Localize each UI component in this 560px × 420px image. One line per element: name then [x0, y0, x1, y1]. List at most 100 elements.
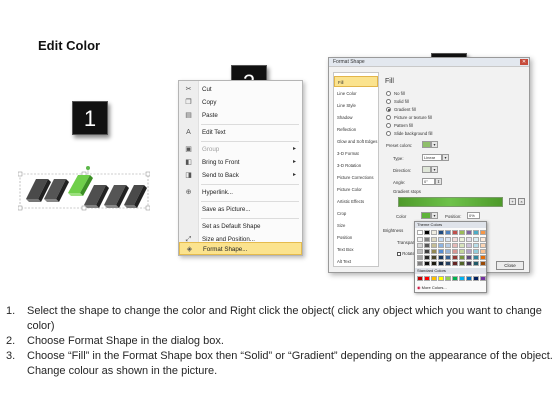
- radio-button[interactable]: [386, 90, 391, 96]
- tint-color-swatch[interactable]: [473, 261, 479, 266]
- tint-color-swatch[interactable]: [417, 255, 423, 260]
- theme-color-swatch[interactable]: [480, 230, 486, 235]
- tint-color-swatch[interactable]: [445, 237, 451, 242]
- color-button[interactable]: [421, 212, 431, 219]
- menu-item-paste[interactable]: ▤ Paste: [179, 109, 302, 122]
- tint-color-swatch[interactable]: [459, 261, 465, 266]
- tint-color-swatch[interactable]: [445, 243, 451, 248]
- tint-color-swatch[interactable]: [459, 243, 465, 248]
- direction-select[interactable]: [422, 166, 431, 173]
- menu-item-edit-text[interactable]: A Edit Text: [179, 126, 302, 139]
- radio-pattern-fill[interactable]: Pattern fill: [386, 122, 413, 130]
- radio-gradient-fill[interactable]: Gradient fill: [386, 106, 416, 114]
- tint-color-swatch[interactable]: [431, 261, 437, 266]
- tint-color-swatch[interactable]: [466, 237, 472, 242]
- standard-color-swatch[interactable]: [459, 276, 465, 281]
- tint-color-swatch[interactable]: [473, 237, 479, 242]
- theme-color-swatch[interactable]: [424, 230, 430, 235]
- chevron-down-icon[interactable]: ▾: [431, 141, 438, 148]
- nav-item-3d-rotation[interactable]: 3-D Rotation: [334, 160, 378, 171]
- gradient-stops-slider[interactable]: [398, 197, 503, 207]
- tint-color-swatch[interactable]: [417, 237, 423, 242]
- radio-button[interactable]: [386, 98, 391, 104]
- standard-color-swatch[interactable]: [473, 276, 479, 281]
- tint-color-swatch[interactable]: [452, 237, 458, 242]
- tint-color-swatch[interactable]: [459, 237, 465, 242]
- tint-color-swatch[interactable]: [459, 249, 465, 254]
- theme-color-swatch[interactable]: [445, 230, 451, 235]
- theme-color-swatch[interactable]: [452, 230, 458, 235]
- tint-color-swatch[interactable]: [424, 237, 430, 242]
- nav-item-reflection[interactable]: Reflection: [334, 124, 378, 135]
- nav-item-line-color[interactable]: Line Color: [334, 88, 378, 99]
- radio-button-selected[interactable]: [386, 106, 391, 112]
- nav-item-picture-color[interactable]: Picture Color: [334, 184, 378, 195]
- tint-color-swatch[interactable]: [473, 255, 479, 260]
- menu-item-send-to-back[interactable]: ◨ Send to Back ▸: [179, 169, 302, 182]
- nav-item-artistic-effects[interactable]: Artistic Effects: [334, 196, 378, 207]
- standard-color-swatch[interactable]: [431, 276, 437, 281]
- tint-color-swatch[interactable]: [445, 261, 451, 266]
- tint-color-swatch[interactable]: [424, 249, 430, 254]
- radio-solid-fill[interactable]: Solid fill: [386, 98, 409, 106]
- theme-color-swatch[interactable]: [473, 230, 479, 235]
- tint-color-swatch[interactable]: [466, 261, 472, 266]
- menu-item-bring-to-front[interactable]: ◧ Bring to Front ▸: [179, 156, 302, 169]
- tint-color-swatch[interactable]: [473, 243, 479, 248]
- radio-button[interactable]: [386, 130, 391, 136]
- tint-color-swatch[interactable]: [480, 255, 486, 260]
- nav-item-size[interactable]: Size: [334, 220, 378, 231]
- tint-color-swatch[interactable]: [431, 249, 437, 254]
- radio-picture-fill[interactable]: Picture or texture fill: [386, 114, 432, 122]
- menu-item-format-shape[interactable]: ◈ Format Shape...: [179, 242, 302, 255]
- menu-item-set-default-shape[interactable]: Set as Default Shape: [179, 220, 302, 233]
- angle-stepper[interactable]: ⇕: [435, 178, 442, 185]
- menu-item-cut[interactable]: ✂ Cut: [179, 83, 302, 96]
- chevron-down-icon[interactable]: ▾: [431, 212, 438, 219]
- chevron-down-icon[interactable]: ▾: [442, 154, 449, 161]
- menu-item-copy[interactable]: ❐ Copy: [179, 96, 302, 109]
- tint-color-swatch[interactable]: [452, 243, 458, 248]
- tint-color-swatch[interactable]: [431, 255, 437, 260]
- tint-color-swatch[interactable]: [445, 249, 451, 254]
- nav-item-alt-text[interactable]: Alt Text: [334, 256, 378, 267]
- tint-color-swatch[interactable]: [480, 249, 486, 254]
- radio-no-fill[interactable]: No fill: [386, 90, 405, 98]
- rotate-checkbox[interactable]: Rotate: [397, 251, 415, 256]
- tint-color-swatch[interactable]: [438, 249, 444, 254]
- remove-stop-button[interactable]: ×: [518, 198, 525, 205]
- radio-button[interactable]: [386, 114, 391, 120]
- standard-color-swatch[interactable]: [417, 276, 423, 281]
- tint-color-swatch[interactable]: [452, 249, 458, 254]
- chevron-down-icon[interactable]: ▾: [431, 166, 438, 173]
- standard-color-swatch[interactable]: [480, 276, 486, 281]
- standard-color-swatch[interactable]: [445, 276, 451, 281]
- tint-color-swatch[interactable]: [466, 255, 472, 260]
- close-button[interactable]: Close: [496, 261, 524, 270]
- tint-color-swatch[interactable]: [438, 261, 444, 266]
- tint-color-swatch[interactable]: [438, 243, 444, 248]
- tint-color-swatch[interactable]: [431, 237, 437, 242]
- tint-color-swatch[interactable]: [473, 249, 479, 254]
- theme-color-swatch[interactable]: [466, 230, 472, 235]
- preset-colors-swatch[interactable]: [422, 141, 431, 148]
- more-colors-link[interactable]: ◉ More Colors...: [417, 285, 447, 290]
- nav-item-line-style[interactable]: Line Style: [334, 100, 378, 111]
- tint-color-swatch[interactable]: [438, 255, 444, 260]
- menu-item-save-as-picture[interactable]: Save as Picture...: [179, 203, 302, 216]
- tint-color-swatch[interactable]: [445, 255, 451, 260]
- nav-item-picture-corrections[interactable]: Picture Corrections: [334, 172, 378, 183]
- nav-item-text-box[interactable]: Text Box: [334, 244, 378, 255]
- standard-color-swatch[interactable]: [438, 276, 444, 281]
- nav-item-shadow[interactable]: Shadow: [334, 112, 378, 123]
- close-icon[interactable]: ✕: [520, 59, 528, 65]
- tint-color-swatch[interactable]: [452, 261, 458, 266]
- nav-item-crop[interactable]: Crop: [334, 208, 378, 219]
- theme-color-swatch[interactable]: [459, 230, 465, 235]
- radio-button[interactable]: [386, 122, 391, 128]
- tint-color-swatch[interactable]: [438, 237, 444, 242]
- tint-color-swatch[interactable]: [480, 261, 486, 266]
- radio-slide-background-fill[interactable]: Slide background fill: [386, 130, 432, 138]
- theme-color-swatch[interactable]: [438, 230, 444, 235]
- selected-shape-group[interactable]: [18, 165, 150, 220]
